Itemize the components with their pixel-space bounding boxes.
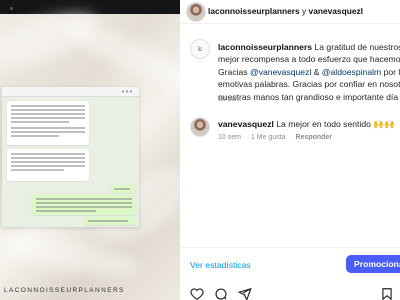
caption-line-3-pre: Gracias <box>218 66 250 77</box>
chat-bubble-incoming <box>7 101 89 145</box>
media-watermark: LACONNOISSEURPLANNERS <box>4 287 125 294</box>
caption-line-1: La gratitud de nuestros n <box>314 42 400 52</box>
header-account-link[interactable]: laconnoisseurplanners <box>208 6 300 16</box>
media-top-bar <box>0 0 180 14</box>
comment-timestamp[interactable]: 10 sem <box>218 134 241 141</box>
caption-line-3-post: por las <box>383 66 400 77</box>
share-icon[interactable] <box>237 287 252 300</box>
caption-line-5: nuestras manos tan grandioso e important… <box>218 91 400 102</box>
chat-bubble-outgoing <box>32 195 136 215</box>
comment-meta: 10 sem 1 Me gusta Responder <box>218 134 340 141</box>
chat-header <box>2 87 139 97</box>
mention-aldoespinalm[interactable]: @aldoespinalm <box>322 67 381 77</box>
whatsapp-chat-screenshot <box>2 87 139 227</box>
view-insights-link[interactable]: Ver estadísticas <box>190 260 251 270</box>
header-avatar[interactable] <box>186 2 206 22</box>
caption-line-2: mejor recompensa a todo esfuerzo que hac… <box>218 54 400 65</box>
post-caption: laconnoisseurplanners La gratitud de nue… <box>218 41 400 103</box>
divider <box>180 247 400 248</box>
post-details-panel: laconnoisseurplanners y vanevasquezl lc … <box>180 0 400 300</box>
caption-line-4: emotivas palabras. Gracias por confiar e… <box>218 79 400 90</box>
post-media[interactable]: LACONNOISSEURPLANNERS <box>0 0 180 300</box>
action-bar <box>180 285 400 300</box>
caption-line-3-mid: & <box>311 66 322 77</box>
chat-bubble-outgoing <box>84 217 136 225</box>
mention-vanevasquezl[interactable]: @vanevasquezl <box>250 67 311 77</box>
comment-text: La mejor en todo sentido 🙌🙌 <box>276 119 395 129</box>
save-icon[interactable] <box>380 287 394 300</box>
chat-bubble-outgoing <box>110 185 136 193</box>
heart-icon[interactable] <box>190 287 204 300</box>
author-avatar[interactable]: lc <box>190 39 210 59</box>
promote-button[interactable]: Promocionar <box>346 255 400 273</box>
comment-likes[interactable]: 1 Me gusta <box>251 134 286 141</box>
author-avatar-monogram: lc <box>197 45 203 53</box>
commenter-avatar[interactable] <box>190 117 210 137</box>
caption-timestamp[interactable]: 10 sem <box>218 96 241 103</box>
header-collaborator-link[interactable]: vanevasquezl <box>309 6 363 16</box>
comment-reply-button[interactable]: Responder <box>296 134 333 141</box>
chat-bubble-incoming <box>7 149 89 181</box>
header-accounts: laconnoisseurplanners y vanevasquezl <box>208 6 363 16</box>
comment: vanevasquezl La mejor en todo sentido 🙌🙌 <box>218 119 395 130</box>
caption-author-link[interactable]: laconnoisseurplanners <box>218 42 312 52</box>
comment-icon[interactable] <box>214 287 228 300</box>
comment-author-link[interactable]: vanevasquezl <box>218 119 274 129</box>
post-header: laconnoisseurplanners y vanevasquezl <box>180 0 400 24</box>
